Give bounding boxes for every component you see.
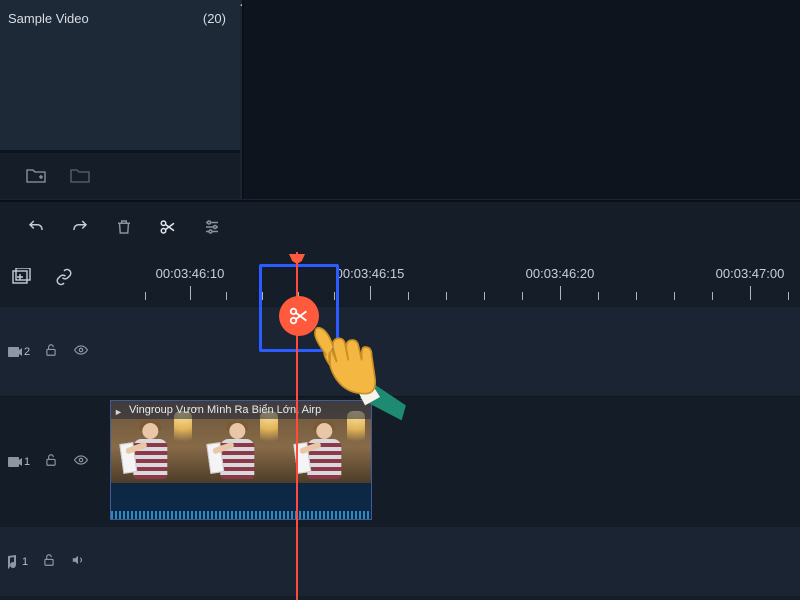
delete-button[interactable]	[114, 217, 134, 237]
media-panel: Sample Video (20)	[0, 0, 240, 155]
track-number: 1	[22, 556, 28, 568]
video-track-icon: 2	[8, 346, 30, 358]
add-track-button[interactable]	[12, 268, 32, 289]
video-track-icon: 1	[8, 456, 30, 468]
lock-icon[interactable]	[44, 453, 58, 470]
timeline-toolbar	[0, 200, 800, 252]
tick-label: 00:03:47:00	[716, 266, 785, 281]
timeline: 00:03:46:10 00:03:46:15 00:03:46:20 00:0…	[0, 252, 800, 600]
adjust-button[interactable]	[202, 217, 222, 237]
open-folder-icon[interactable]	[70, 167, 90, 186]
audio-track-icon: 1	[8, 555, 28, 569]
undo-button[interactable]	[26, 217, 46, 237]
clip-audio-lane	[111, 483, 371, 519]
tick-label: 00:03:46:15	[336, 266, 405, 281]
audio-track-1[interactable]: 1	[0, 526, 800, 596]
pointing-hand-icon	[310, 322, 410, 422]
track-header-a1: 1	[0, 527, 110, 596]
new-folder-icon[interactable]	[26, 167, 46, 186]
track-number: 1	[24, 456, 30, 468]
lock-icon[interactable]	[42, 553, 56, 570]
timeline-ruler[interactable]: 00:03:46:10 00:03:46:15 00:03:46:20 00:0…	[0, 252, 800, 306]
lock-icon[interactable]	[44, 343, 58, 360]
media-folder-toolbar	[0, 151, 240, 199]
eye-icon[interactable]	[72, 343, 90, 360]
redo-button[interactable]	[70, 217, 90, 237]
split-button[interactable]	[158, 217, 178, 237]
media-folder-sample[interactable]: Sample Video (20)	[0, 0, 240, 36]
media-folder-label: Sample Video	[8, 11, 89, 26]
preview-area	[242, 0, 800, 199]
track-header-v2: 2	[0, 307, 110, 396]
tick-label: 00:03:46:10	[156, 266, 225, 281]
ruler-ticks[interactable]: 00:03:46:10 00:03:46:15 00:03:46:20 00:0…	[110, 252, 800, 306]
speaker-icon[interactable]	[70, 553, 86, 570]
track-header-v1: 1	[0, 397, 110, 526]
link-button[interactable]	[54, 268, 74, 289]
tick-label: 00:03:46:20	[526, 266, 595, 281]
media-folder-count: (20)	[203, 11, 226, 26]
eye-icon[interactable]	[72, 453, 90, 470]
track-number: 2	[24, 346, 30, 358]
